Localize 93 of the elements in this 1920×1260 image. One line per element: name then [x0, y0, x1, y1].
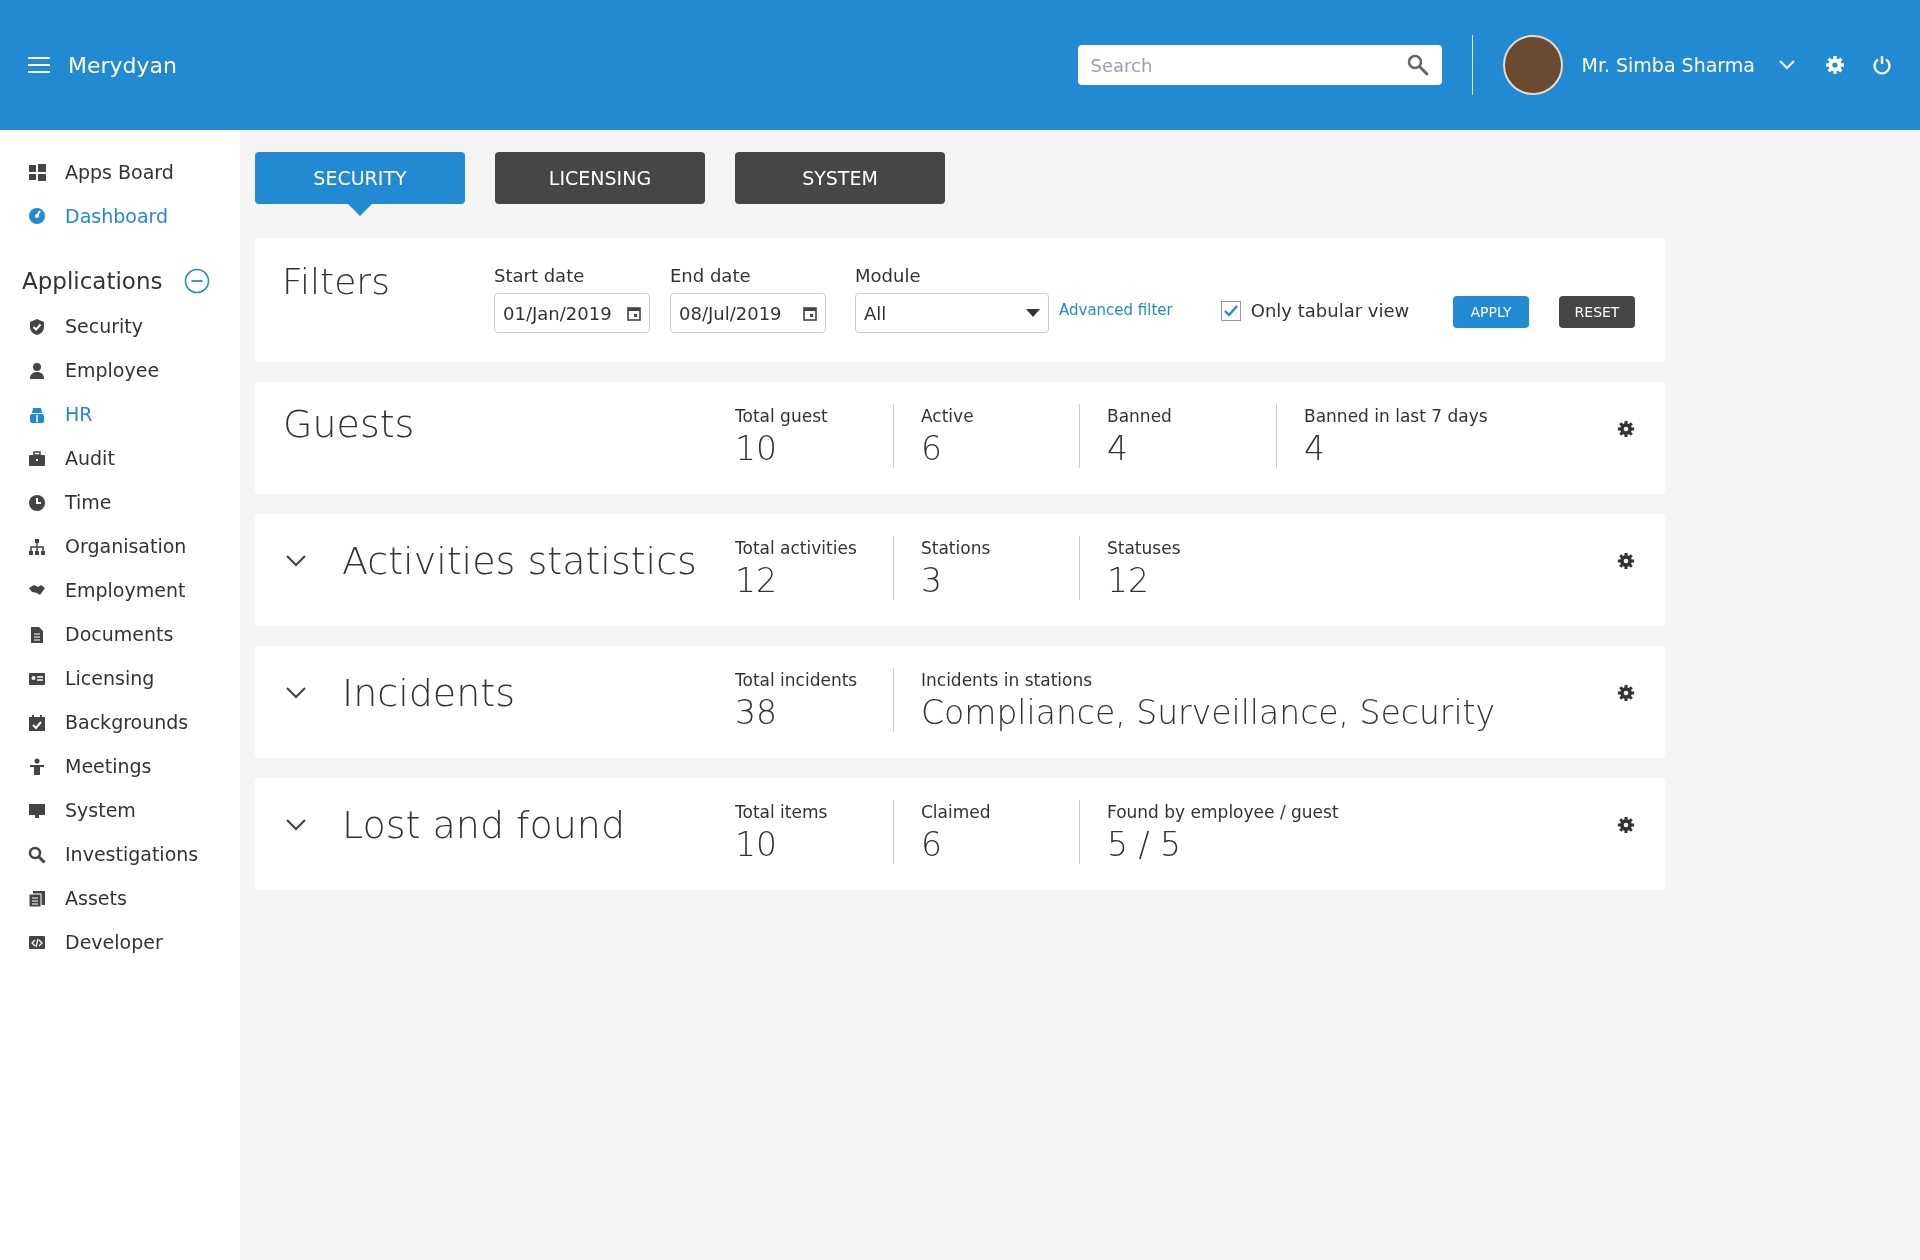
menu-icon[interactable] — [28, 56, 50, 74]
field-label: Module — [855, 264, 922, 288]
stat-value: 38 — [735, 693, 778, 732]
field-label: End date — [670, 264, 752, 288]
person-icon — [28, 361, 46, 380]
tab[interactable]: LICENSING — [495, 152, 705, 204]
sidebar-item[interactable]: Investigations — [0, 832, 240, 877]
sidebar-item[interactable]: HR — [0, 392, 240, 437]
stat-label: Active — [921, 405, 975, 428]
stat-label: Claimed — [921, 801, 992, 824]
hierarchy-icon — [28, 537, 46, 556]
start-date-field[interactable]: 01/Jan/2019 — [494, 293, 650, 333]
stat-label: Total incidents — [735, 669, 859, 692]
tab[interactable]: SYSTEM — [735, 152, 945, 204]
spy-icon — [28, 405, 46, 424]
stat-value: Compliance, Surveillance, Security — [921, 693, 1497, 732]
briefcase-icon — [28, 449, 46, 468]
dropdown-arrow-icon — [1026, 309, 1040, 317]
settings-icon[interactable] — [1617, 684, 1635, 702]
search-field[interactable]: Search — [1078, 45, 1443, 85]
dashboard-icon — [28, 207, 46, 225]
power-icon[interactable] — [1872, 55, 1892, 75]
stat-value: 3 — [921, 561, 943, 600]
sidebar-item[interactable]: Assets — [0, 876, 240, 921]
advanced-filter-link[interactable]: Advanced filter — [1059, 299, 1173, 322]
sidebar-item[interactable]: Security — [0, 304, 240, 349]
sidebar-item[interactable]: Backgrounds — [0, 700, 240, 745]
sidebar-item[interactable]: Documents — [0, 612, 240, 657]
sidebar-item[interactable]: Time — [0, 480, 240, 525]
stat-label: Found by employee / guest — [1107, 801, 1340, 824]
calendar-icon[interactable] — [627, 305, 641, 321]
app-name: Merydyan — [68, 51, 177, 80]
sidebar-item[interactable]: System — [0, 788, 240, 833]
apply-button[interactable]: APPLY — [1453, 296, 1529, 328]
chevron-down-icon[interactable] — [286, 687, 306, 699]
stat-value: 5 / 5 — [1107, 825, 1183, 864]
settings-icon[interactable] — [1617, 420, 1635, 438]
sidebar-item[interactable]: Organisation — [0, 524, 240, 569]
monitor-icon — [28, 801, 46, 820]
sidebar-item[interactable]: Apps Board — [0, 150, 240, 194]
tab-pointer — [348, 204, 372, 216]
stat-label: Incidents in stations — [921, 669, 1094, 692]
stat-label: Statuses — [1107, 537, 1182, 560]
end-date-field[interactable]: 08/Jul/2019 — [670, 293, 826, 333]
sidebar-item[interactable]: Dashboard — [0, 194, 240, 238]
collapse-icon[interactable] — [184, 268, 210, 295]
stat-value: 12 — [1107, 561, 1150, 600]
calendar-check-icon — [28, 713, 46, 732]
stat-label: Banned in last 7 days — [1304, 405, 1489, 428]
presenter-icon — [28, 757, 46, 776]
card-title: Activities statistics — [342, 537, 697, 585]
chevron-down-icon[interactable] — [286, 555, 306, 567]
document-icon — [28, 625, 46, 644]
chevron-down-icon[interactable] — [286, 819, 306, 831]
stat-label: Total items — [735, 801, 829, 824]
grid-icon — [28, 163, 46, 181]
stat-value: 10 — [735, 429, 778, 468]
sidebar-item[interactable]: Audit — [0, 436, 240, 481]
search-icon[interactable] — [1406, 53, 1431, 77]
user-name[interactable]: Mr. Simba Sharma — [1581, 50, 1755, 80]
stat-value: 4 — [1304, 429, 1326, 468]
module-dropdown[interactable]: All — [855, 293, 1049, 333]
filters-title: Filters — [282, 264, 391, 300]
files-icon — [28, 889, 46, 908]
sidebar-item[interactable]: Developer — [0, 920, 240, 965]
sidebar-item[interactable]: Employee — [0, 348, 240, 393]
card-title: Lost and found — [342, 801, 625, 849]
stat-value: 6 — [921, 429, 943, 468]
shield-icon — [28, 317, 46, 336]
sidebar-item[interactable]: Meetings — [0, 744, 240, 789]
settings-icon[interactable] — [1617, 816, 1635, 834]
field-label: Start date — [494, 264, 586, 288]
sidebar-item[interactable]: Employment — [0, 568, 240, 613]
stat-value: 10 — [735, 825, 778, 864]
stat-label: Total activities — [735, 537, 858, 560]
stat-value: 6 — [921, 825, 943, 864]
sidebar-item[interactable]: Licensing — [0, 656, 240, 701]
clock-icon — [28, 493, 46, 512]
stat-label: Stations — [921, 537, 992, 560]
section-title: Applications — [22, 267, 164, 296]
stat-label: Total guest — [735, 405, 829, 428]
checkbox-label: Only tabular view — [1250, 299, 1410, 323]
reset-button[interactable]: RESET — [1559, 296, 1635, 328]
card-title: Incidents — [342, 669, 516, 717]
checkbox[interactable] — [1220, 300, 1241, 321]
code-icon — [28, 933, 46, 952]
card-title: Guests — [283, 400, 415, 448]
stat-value: 12 — [735, 561, 778, 600]
stat-value: 4 — [1107, 429, 1129, 468]
calendar-icon[interactable] — [803, 305, 817, 321]
settings-icon[interactable] — [1617, 552, 1635, 570]
stat-label: Banned — [1107, 405, 1173, 428]
search-icon — [28, 845, 46, 864]
